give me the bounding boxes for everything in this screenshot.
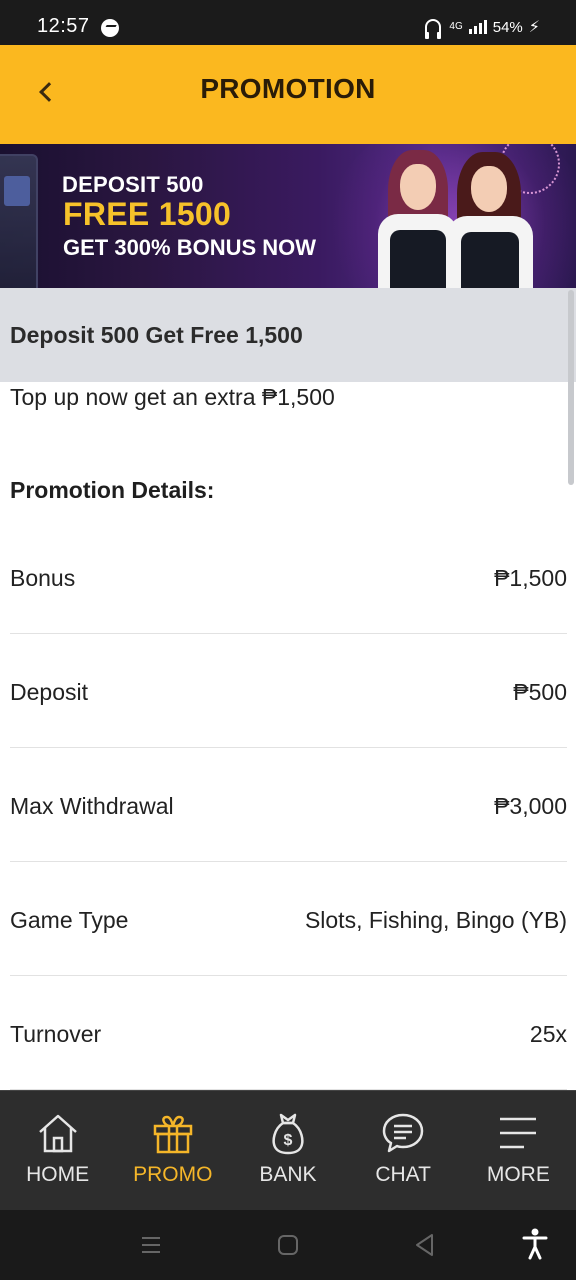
details-list: Bonus ₱1,500 Deposit ₱500 Max Withdrawal…: [10, 520, 567, 1090]
detail-label: Turnover: [10, 1021, 102, 1047]
banner-free-text: FREE 1500: [63, 196, 232, 232]
app-header: PROMOTION: [0, 45, 576, 144]
battery-level: 54%: [492, 18, 523, 36]
signal-icon: [468, 20, 487, 34]
home-system-icon[interactable]: [277, 1232, 299, 1258]
detail-value: ₱1,500: [494, 565, 567, 591]
nav-item-home[interactable]: HOME: [0, 1091, 115, 1211]
status-time: 12:57: [37, 15, 90, 37]
detail-label: Max Withdrawal: [10, 793, 174, 819]
nav-item-more[interactable]: MORE: [461, 1091, 576, 1211]
nav-label: PROMO: [133, 1163, 213, 1186]
detail-value: 25x: [529, 1021, 567, 1047]
gift-icon: [153, 1115, 193, 1154]
detail-row-turnover: Turnover 25x: [10, 976, 567, 1090]
status-bar: 12:57 4G 54% ⚡: [0, 0, 576, 45]
promo-description: Top up now get an extra ₱1,500: [10, 384, 335, 410]
detail-row-max-withdrawal: Max Withdrawal ₱3,000: [10, 748, 567, 862]
accessibility-icon[interactable]: [522, 1228, 548, 1260]
charging-icon: ⚡: [528, 19, 540, 36]
home-icon: [38, 1114, 77, 1153]
detail-value: ₱3,000: [494, 793, 567, 819]
details-heading: Promotion Details:: [10, 477, 215, 503]
detail-value: ₱500: [513, 679, 567, 705]
bottom-nav: HOME PROMO $ BANK CHAT MORE: [0, 1090, 576, 1210]
back-system-icon[interactable]: [413, 1232, 435, 1258]
nav-item-bank[interactable]: $ BANK: [230, 1091, 345, 1211]
promo-name-bar: Deposit 500 Get Free 1,500: [0, 288, 576, 382]
detail-row-game-type: Game Type Slots, Fishing, Bingo (YB): [10, 862, 567, 976]
network-type: 4G: [449, 21, 463, 32]
headset-icon: [425, 19, 442, 39]
menu-icon: [500, 1117, 537, 1149]
detail-value: Slots, Fishing, Bingo (YB): [304, 907, 567, 933]
svg-text:$: $: [284, 1132, 293, 1149]
nav-label: BANK: [259, 1163, 317, 1186]
scrollbar[interactable]: [568, 290, 574, 485]
chat-icon: [382, 1113, 424, 1153]
banner-deposit-text: DEPOSIT 500: [62, 172, 204, 197]
status-right-group: 4G 54% ⚡: [425, 17, 540, 39]
messenger-icon: [101, 19, 119, 37]
recent-apps-icon[interactable]: [140, 1232, 162, 1258]
promo-title: Deposit 500 Get Free 1,500: [10, 322, 303, 348]
nav-label: HOME: [26, 1163, 90, 1186]
detail-row-bonus: Bonus ₱1,500: [10, 520, 567, 634]
detail-label: Deposit: [10, 679, 88, 705]
banner-bonus-text: GET 300% BONUS NOW: [63, 235, 317, 260]
nav-label: CHAT: [375, 1163, 431, 1186]
nav-item-promo[interactable]: PROMO: [115, 1091, 230, 1211]
promo-banner[interactable]: DEPOSIT 500 FREE 1500 GET 300% BONUS NOW: [0, 144, 576, 288]
detail-label: Bonus: [10, 565, 76, 591]
nav-label: MORE: [486, 1163, 550, 1186]
nav-item-chat[interactable]: CHAT: [346, 1091, 461, 1211]
system-nav-bar: [0, 1210, 576, 1280]
detail-label: Game Type: [10, 907, 129, 933]
slot-machine-graphic: [0, 154, 38, 288]
page-title: PROMOTION: [200, 73, 376, 104]
detail-row-deposit: Deposit ₱500: [10, 634, 567, 748]
money-bag-icon: $: [272, 1113, 304, 1155]
